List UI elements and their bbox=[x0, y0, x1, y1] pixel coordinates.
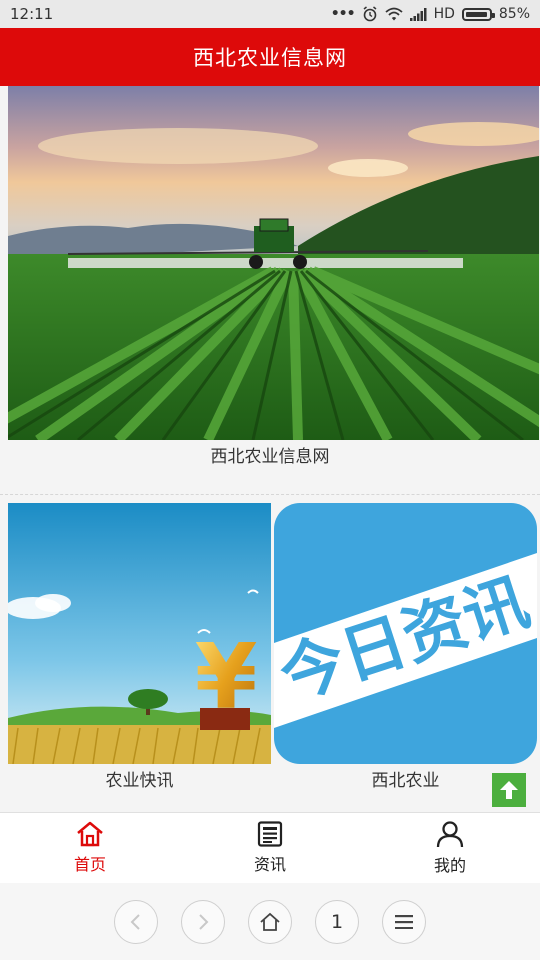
today-news-banner-image: 今日资讯 bbox=[274, 503, 537, 764]
status-time: 12:11 bbox=[10, 5, 54, 23]
hamburger-menu-icon bbox=[395, 914, 413, 929]
alarm-icon bbox=[363, 6, 377, 22]
page-title: 西北农业信息网 bbox=[193, 46, 347, 70]
status-indicators: ••• HD 85% bbox=[331, 6, 530, 22]
chevron-left-icon bbox=[130, 913, 140, 930]
back-button[interactable] bbox=[114, 899, 158, 944]
tab-count: 1 bbox=[330, 910, 344, 933]
back-to-top-button[interactable] bbox=[492, 773, 526, 807]
network-type: HD bbox=[433, 6, 455, 22]
nav-home[interactable]: 首页 bbox=[0, 813, 180, 883]
hero-banner[interactable] bbox=[8, 86, 539, 440]
nav-news-label: 资讯 bbox=[253, 855, 286, 874]
nav-profile[interactable]: 我的 bbox=[360, 813, 540, 883]
chevron-right-icon bbox=[199, 913, 209, 930]
battery-level: 85% bbox=[498, 6, 530, 22]
more-dots-icon: ••• bbox=[330, 6, 356, 22]
tile-agri-news[interactable]: ¥ bbox=[8, 503, 271, 764]
battery-icon bbox=[461, 7, 495, 21]
browser-toolbar: 1 bbox=[0, 883, 540, 960]
home-icon bbox=[77, 821, 103, 847]
forward-button[interactable] bbox=[181, 899, 225, 944]
app-header: 西北农业信息网 bbox=[0, 28, 540, 86]
status-bar: 12:11 ••• HD 85% bbox=[0, 0, 540, 28]
nav-profile-label: 我的 bbox=[433, 855, 466, 875]
arrow-up-icon bbox=[500, 781, 518, 799]
wifi-icon bbox=[384, 7, 403, 21]
nav-home-label: 首页 bbox=[73, 855, 106, 874]
tile-agri-news-caption[interactable]: 农业快讯 bbox=[8, 766, 271, 796]
nav-news[interactable]: 资讯 bbox=[180, 813, 360, 883]
hero-image bbox=[8, 86, 539, 440]
browser-home-icon bbox=[260, 912, 280, 931]
news-icon bbox=[257, 821, 283, 847]
tabs-button[interactable]: 1 bbox=[315, 899, 359, 944]
menu-button[interactable] bbox=[382, 899, 426, 944]
bottom-navigation: 首页 资讯 我的 bbox=[0, 812, 540, 884]
tile-agri-news-image: ¥ bbox=[8, 503, 271, 764]
section-divider bbox=[0, 494, 540, 495]
tile-northwest-agri[interactable]: 今日资讯 bbox=[274, 503, 537, 764]
hero-caption[interactable]: 西北农业信息网 bbox=[0, 440, 540, 474]
home-button[interactable] bbox=[248, 899, 292, 944]
signal-icon bbox=[409, 7, 427, 21]
svg-text:¥: ¥ bbox=[195, 625, 258, 730]
user-icon bbox=[436, 820, 464, 847]
